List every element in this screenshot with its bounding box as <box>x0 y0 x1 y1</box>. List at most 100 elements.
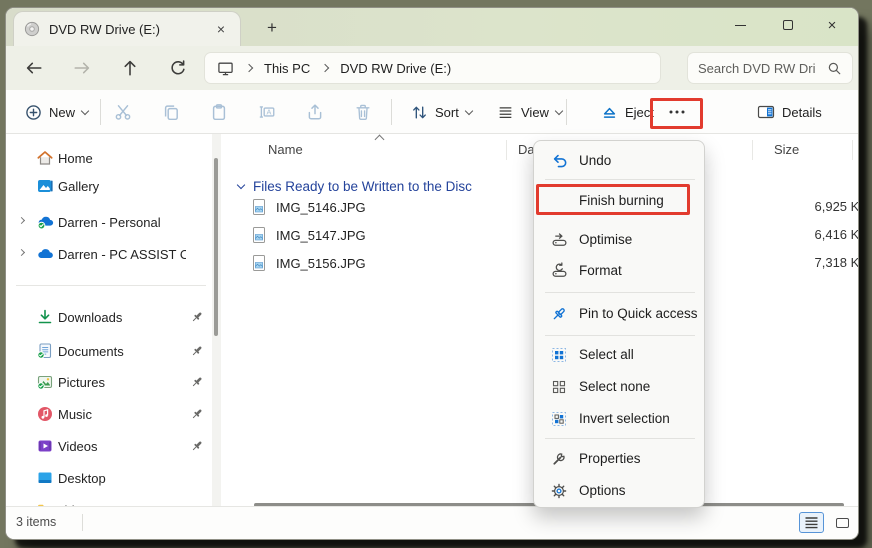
share-icon[interactable] <box>303 100 327 124</box>
copy-icon[interactable] <box>159 100 183 124</box>
view-button[interactable]: View <box>488 96 571 128</box>
paste-icon[interactable] <box>207 100 231 124</box>
image-file-icon <box>248 198 270 216</box>
sidebar-scrollbar[interactable] <box>212 134 221 506</box>
column-header-size[interactable]: Size <box>774 142 799 157</box>
details-view-toggle[interactable] <box>799 512 824 533</box>
sidebar-item-documents[interactable]: Documents <box>10 337 208 365</box>
column-separator[interactable] <box>752 140 753 160</box>
gallery-icon <box>32 177 58 195</box>
sidebar-item-onedrive-business[interactable]: Darren - PC ASSIST ONLINE <box>10 240 208 268</box>
onedrive-business-icon <box>32 245 58 263</box>
menu-item-options[interactable]: Options <box>539 475 701 506</box>
thumbnail-view-toggle[interactable] <box>830 512 855 533</box>
sidebar-item-side-menu[interactable]: side-menu <box>10 496 208 506</box>
chevron-right-icon <box>244 63 254 73</box>
sidebar-item-downloads[interactable]: Downloads <box>10 303 208 331</box>
pin-icon <box>186 375 208 389</box>
status-divider <box>82 514 83 531</box>
pin-icon <box>186 439 208 453</box>
breadcrumb-this-pc[interactable]: This PC <box>264 61 310 76</box>
sidebar-item-gallery[interactable]: Gallery <box>10 172 208 200</box>
sidebar-item-onedrive-personal[interactable]: Darren - Personal <box>10 208 208 236</box>
address-bar: This PC DVD RW Drive (E:) Search DVD RW … <box>6 46 858 90</box>
refresh-icon[interactable] <box>166 56 190 80</box>
sidebar-item-music[interactable]: Music <box>10 400 208 428</box>
chevron-right-icon[interactable] <box>17 216 25 225</box>
menu-item-select-none[interactable]: Select none <box>539 371 701 402</box>
search-input[interactable]: Search DVD RW Dri <box>688 53 852 83</box>
sidebar-item-pictures[interactable]: Pictures <box>10 368 208 396</box>
eject-icon <box>601 104 618 121</box>
sort-icon <box>411 104 428 121</box>
toolbar-divider <box>391 99 392 125</box>
explorer-tab[interactable]: DVD RW Drive (E:) × <box>14 12 240 46</box>
cut-icon[interactable] <box>111 100 135 124</box>
file-name: IMG_5156.JPG <box>276 255 366 271</box>
toolbar-divider <box>100 99 101 125</box>
chevron-right-icon[interactable] <box>17 248 25 257</box>
format-drive-icon <box>547 262 571 279</box>
file-size: 6,925 KB <box>814 199 859 214</box>
menu-item-invert-selection[interactable]: Invert selection <box>539 403 701 434</box>
search-icon[interactable] <box>827 61 842 76</box>
image-file-icon <box>248 226 270 244</box>
column-header-name[interactable]: Name <box>268 142 303 157</box>
forward-icon[interactable] <box>70 56 94 80</box>
details-label: Details <box>782 104 822 120</box>
menu-item-undo[interactable]: Undo <box>539 145 701 176</box>
column-separator[interactable] <box>506 140 507 160</box>
chevron-down-icon[interactable] <box>236 180 246 189</box>
gear-icon <box>547 483 571 499</box>
file-name: IMG_5147.JPG <box>276 227 366 243</box>
select-all-icon <box>547 347 571 363</box>
menu-item-properties[interactable]: Properties <box>539 443 701 474</box>
tab-title: DVD RW Drive (E:) <box>49 21 160 37</box>
sidebar-item-desktop[interactable]: Desktop <box>10 464 208 492</box>
chevron-right-icon <box>320 63 330 73</box>
details-button[interactable]: Details <box>748 96 831 128</box>
maximize-button[interactable] <box>768 8 808 42</box>
sidebar-item-videos[interactable]: Videos <box>10 432 208 460</box>
pin-icon <box>186 310 208 324</box>
new-button[interactable]: New <box>16 96 97 128</box>
disc-icon <box>24 21 40 37</box>
svg-text:A: A <box>266 108 271 117</box>
breadcrumb-drive[interactable]: DVD RW Drive (E:) <box>340 61 451 76</box>
minimize-button[interactable] <box>720 8 760 42</box>
view-label: View <box>521 104 549 120</box>
sort-button[interactable]: Sort <box>402 96 481 128</box>
sidebar-item-home[interactable]: Home <box>10 144 208 172</box>
annotation-box-finish-burning <box>536 184 690 215</box>
music-icon <box>32 405 58 423</box>
new-tab-button[interactable]: + <box>260 16 284 40</box>
chevron-down-icon <box>464 106 474 115</box>
file-size: 6,416 KB <box>814 227 859 242</box>
close-button[interactable]: × <box>812 8 852 42</box>
wrench-icon <box>547 451 571 467</box>
rename-icon[interactable]: A <box>255 100 279 124</box>
status-bar: 3 items <box>6 506 858 539</box>
back-icon[interactable] <box>22 56 46 80</box>
view-icon <box>497 104 514 121</box>
column-separator[interactable] <box>852 140 853 160</box>
menu-separator <box>545 292 695 293</box>
videos-icon <box>32 437 58 455</box>
menu-item-format[interactable]: Format <box>539 255 701 286</box>
file-size: 7,318 KB <box>814 255 859 270</box>
delete-icon[interactable] <box>351 100 375 124</box>
sidebar-scrollbar-thumb[interactable] <box>214 158 218 336</box>
up-icon[interactable] <box>118 56 142 80</box>
breadcrumb[interactable]: This PC DVD RW Drive (E:) <box>205 53 660 83</box>
new-plus-icon <box>25 104 42 121</box>
chevron-down-icon <box>554 106 564 115</box>
tab-close-icon[interactable]: × <box>212 20 230 38</box>
menu-item-optimise[interactable]: Optimise <box>539 224 701 255</box>
menu-separator <box>545 335 695 336</box>
new-label: New <box>49 104 76 120</box>
image-file-icon <box>248 254 270 272</box>
pin-icon <box>186 407 208 421</box>
menu-item-select-all[interactable]: Select all <box>539 339 701 370</box>
menu-item-pin-to-quick-access[interactable]: Pin to Quick access <box>539 298 701 329</box>
sort-label: Sort <box>435 104 459 120</box>
